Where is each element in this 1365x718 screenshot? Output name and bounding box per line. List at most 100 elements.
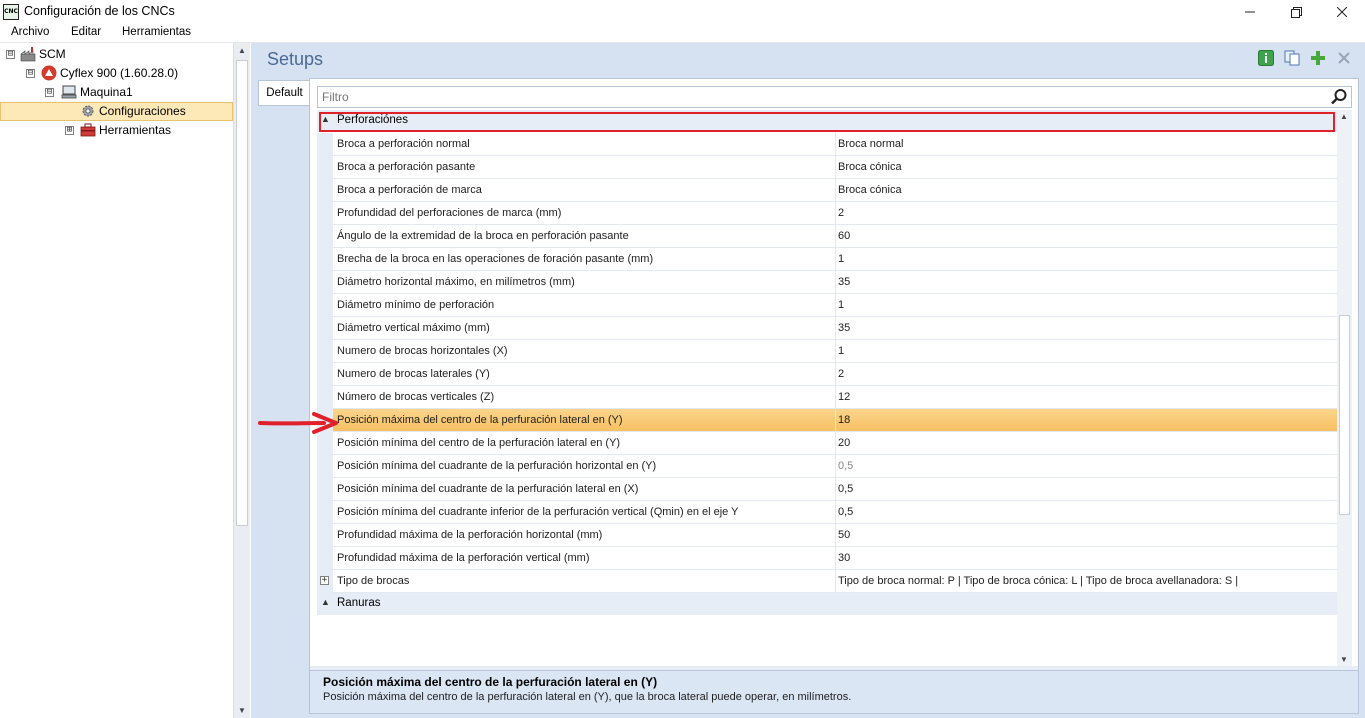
scroll-up-icon[interactable]: ▲ — [1340, 112, 1348, 121]
restore-button[interactable] — [1273, 0, 1319, 24]
property-row[interactable]: Posición mínima del cuadrante de la perf… — [317, 478, 1337, 501]
property-name: Ángulo de la extremidad de la broca en p… — [337, 230, 629, 242]
row-gutter — [317, 478, 333, 501]
property-row[interactable]: + Tipo de brocas Tipo de broca normal: P |… — [317, 570, 1337, 593]
property-name: Diámetro vertical máximo (mm) — [337, 322, 490, 334]
scroll-down-icon[interactable]: ▼ — [238, 706, 246, 715]
tree-item-herramientas[interactable]: ⊞ Herramientas — [0, 121, 230, 140]
column-divider — [835, 386, 836, 409]
column-divider — [835, 156, 836, 179]
filter-input[interactable] — [318, 87, 1328, 107]
property-row[interactable]: Posición máxima del centro de la perfura… — [317, 409, 1337, 432]
category-perforaciones[interactable]: ▲ Perforaciónes — [317, 110, 1337, 132]
property-value[interactable]: 20 — [838, 437, 850, 449]
property-row[interactable]: Profundidad máxima de la perforación ver… — [317, 547, 1337, 570]
property-name: Posición mínima del cuadrante de la perf… — [337, 483, 639, 495]
property-row[interactable]: Diámetro vertical máximo (mm) 35 — [317, 317, 1337, 340]
annotation-highlight-box — [319, 112, 1335, 132]
property-value[interactable]: 0,5 — [838, 506, 853, 518]
property-value[interactable]: 50 — [838, 529, 850, 541]
tree-item-scm[interactable]: ⊟ SCM — [0, 45, 230, 64]
row-gutter — [317, 202, 333, 225]
property-value[interactable]: Broca cónica — [838, 184, 902, 196]
property-name: Diámetro mínimo de perforación — [337, 299, 495, 311]
property-row[interactable]: Profundidad máxima de la perforación hor… — [317, 524, 1337, 547]
property-value[interactable]: 2 — [838, 368, 844, 380]
row-gutter — [317, 225, 333, 248]
tree-item-maquina1[interactable]: ⊟ Maquina1 — [0, 83, 230, 102]
property-row[interactable]: Broca a perforación normal Broca normal — [317, 133, 1337, 156]
scroll-up-icon[interactable]: ▲ — [238, 46, 246, 55]
property-name: Posición mínima del centro de la perfura… — [337, 437, 621, 449]
tree-scroll-thumb[interactable] — [236, 60, 248, 526]
property-row[interactable]: Broca a perforación de marca Broca cónica — [317, 179, 1337, 202]
property-value[interactable]: 35 — [838, 322, 850, 334]
scroll-down-icon[interactable]: ▼ — [1340, 655, 1348, 664]
property-row[interactable]: Posición mínima del cuadrante de la perf… — [317, 455, 1337, 478]
grid-scroll-thumb[interactable] — [1339, 315, 1350, 515]
property-value[interactable]: 18 — [838, 414, 850, 426]
row-gutter — [317, 547, 333, 570]
property-value[interactable]: 2 — [838, 207, 844, 219]
description-panel: Posición máxima del centro de la perfura… — [310, 670, 1358, 713]
column-divider — [835, 225, 836, 248]
menu-herramientas[interactable]: Herramientas — [122, 26, 191, 38]
row-gutter — [317, 386, 333, 409]
property-value[interactable]: 1 — [838, 345, 844, 357]
tree-item-cyflex[interactable]: ⊟ Cyflex 900 (1.60.28.0) — [0, 64, 230, 83]
collapse-caret-icon[interactable]: ▲ — [321, 597, 330, 607]
property-value[interactable]: 60 — [838, 230, 850, 242]
property-row[interactable]: Numero de brocas laterales (Y) 2 — [317, 363, 1337, 386]
property-value[interactable]: Tipo de broca normal: P | Tipo de broca … — [838, 575, 1238, 587]
property-value[interactable]: Broca normal — [838, 138, 903, 150]
main-panel: Setups Default ▲ Perforaciónes — [251, 43, 1365, 718]
menu-archivo[interactable]: Archivo — [11, 26, 49, 38]
tab-default[interactable]: Default — [258, 80, 310, 106]
property-row[interactable]: Broca a perforación pasante Broca cónica — [317, 156, 1337, 179]
collapse-icon[interactable]: ⊟ — [26, 69, 35, 78]
expand-icon[interactable]: ⊞ — [65, 126, 74, 135]
toolbox-icon — [80, 123, 96, 137]
collapse-icon[interactable]: ⊟ — [6, 50, 15, 59]
menu-editar[interactable]: Editar — [71, 26, 101, 38]
property-row[interactable]: Diámetro mínimo de perforación 1 — [317, 294, 1337, 317]
collapse-icon[interactable]: ⊟ — [45, 88, 54, 97]
copy-icon[interactable] — [1284, 50, 1300, 66]
column-divider — [835, 547, 836, 570]
property-name: Posición máxima del centro de la perfura… — [337, 414, 623, 426]
add-icon[interactable] — [1310, 50, 1326, 66]
close-icon[interactable] — [1336, 50, 1352, 66]
tree-scrollbar[interactable]: ▲ ▼ — [233, 43, 250, 718]
close-window-button[interactable] — [1319, 0, 1365, 24]
property-row[interactable]: Número de brocas verticales (Z) 12 — [317, 386, 1337, 409]
property-row[interactable]: Numero de brocas horizontales (X) 1 — [317, 340, 1337, 363]
property-name: Diámetro horizontal máximo, en milímetro… — [337, 276, 575, 288]
property-row[interactable]: Profundidad del perforaciones de marca (… — [317, 202, 1337, 225]
grid-scrollbar[interactable]: ▲ ▼ — [1337, 110, 1352, 666]
property-row[interactable]: Posición mínima del cuadrante inferior d… — [317, 501, 1337, 524]
minimize-button[interactable] — [1227, 0, 1273, 24]
expand-icon[interactable]: + — [320, 576, 329, 585]
property-value[interactable]: 1 — [838, 299, 844, 311]
property-value[interactable]: 30 — [838, 552, 850, 564]
property-name: Profundidad del perforaciones de marca (… — [337, 207, 562, 219]
category-label: Ranuras — [337, 597, 381, 609]
row-gutter — [317, 363, 333, 386]
property-value[interactable]: 0,5 — [838, 483, 853, 495]
info-icon[interactable] — [1258, 50, 1274, 66]
property-row[interactable]: Ángulo de la extremidad de la broca en p… — [317, 225, 1337, 248]
row-gutter — [317, 501, 333, 524]
property-value[interactable]: 12 — [838, 391, 850, 403]
property-value[interactable]: 0,5 — [838, 460, 853, 472]
property-value[interactable]: Broca cónica — [838, 161, 902, 173]
property-row[interactable]: Posición mínima del centro de la perfura… — [317, 432, 1337, 455]
property-row[interactable]: Brecha de la broca en las operaciones de… — [317, 248, 1337, 271]
property-value[interactable]: 1 — [838, 253, 844, 265]
column-divider — [835, 202, 836, 225]
property-row[interactable]: Diámetro horizontal máximo, en milímetro… — [317, 271, 1337, 294]
property-value[interactable]: 35 — [838, 276, 850, 288]
description-text: Posición máxima del centro de la perfura… — [323, 691, 852, 703]
tree-item-configuraciones[interactable]: Configuraciones — [0, 102, 230, 121]
search-icon[interactable] — [1330, 88, 1348, 106]
category-ranuras[interactable]: ▲ Ranuras — [317, 593, 1337, 615]
